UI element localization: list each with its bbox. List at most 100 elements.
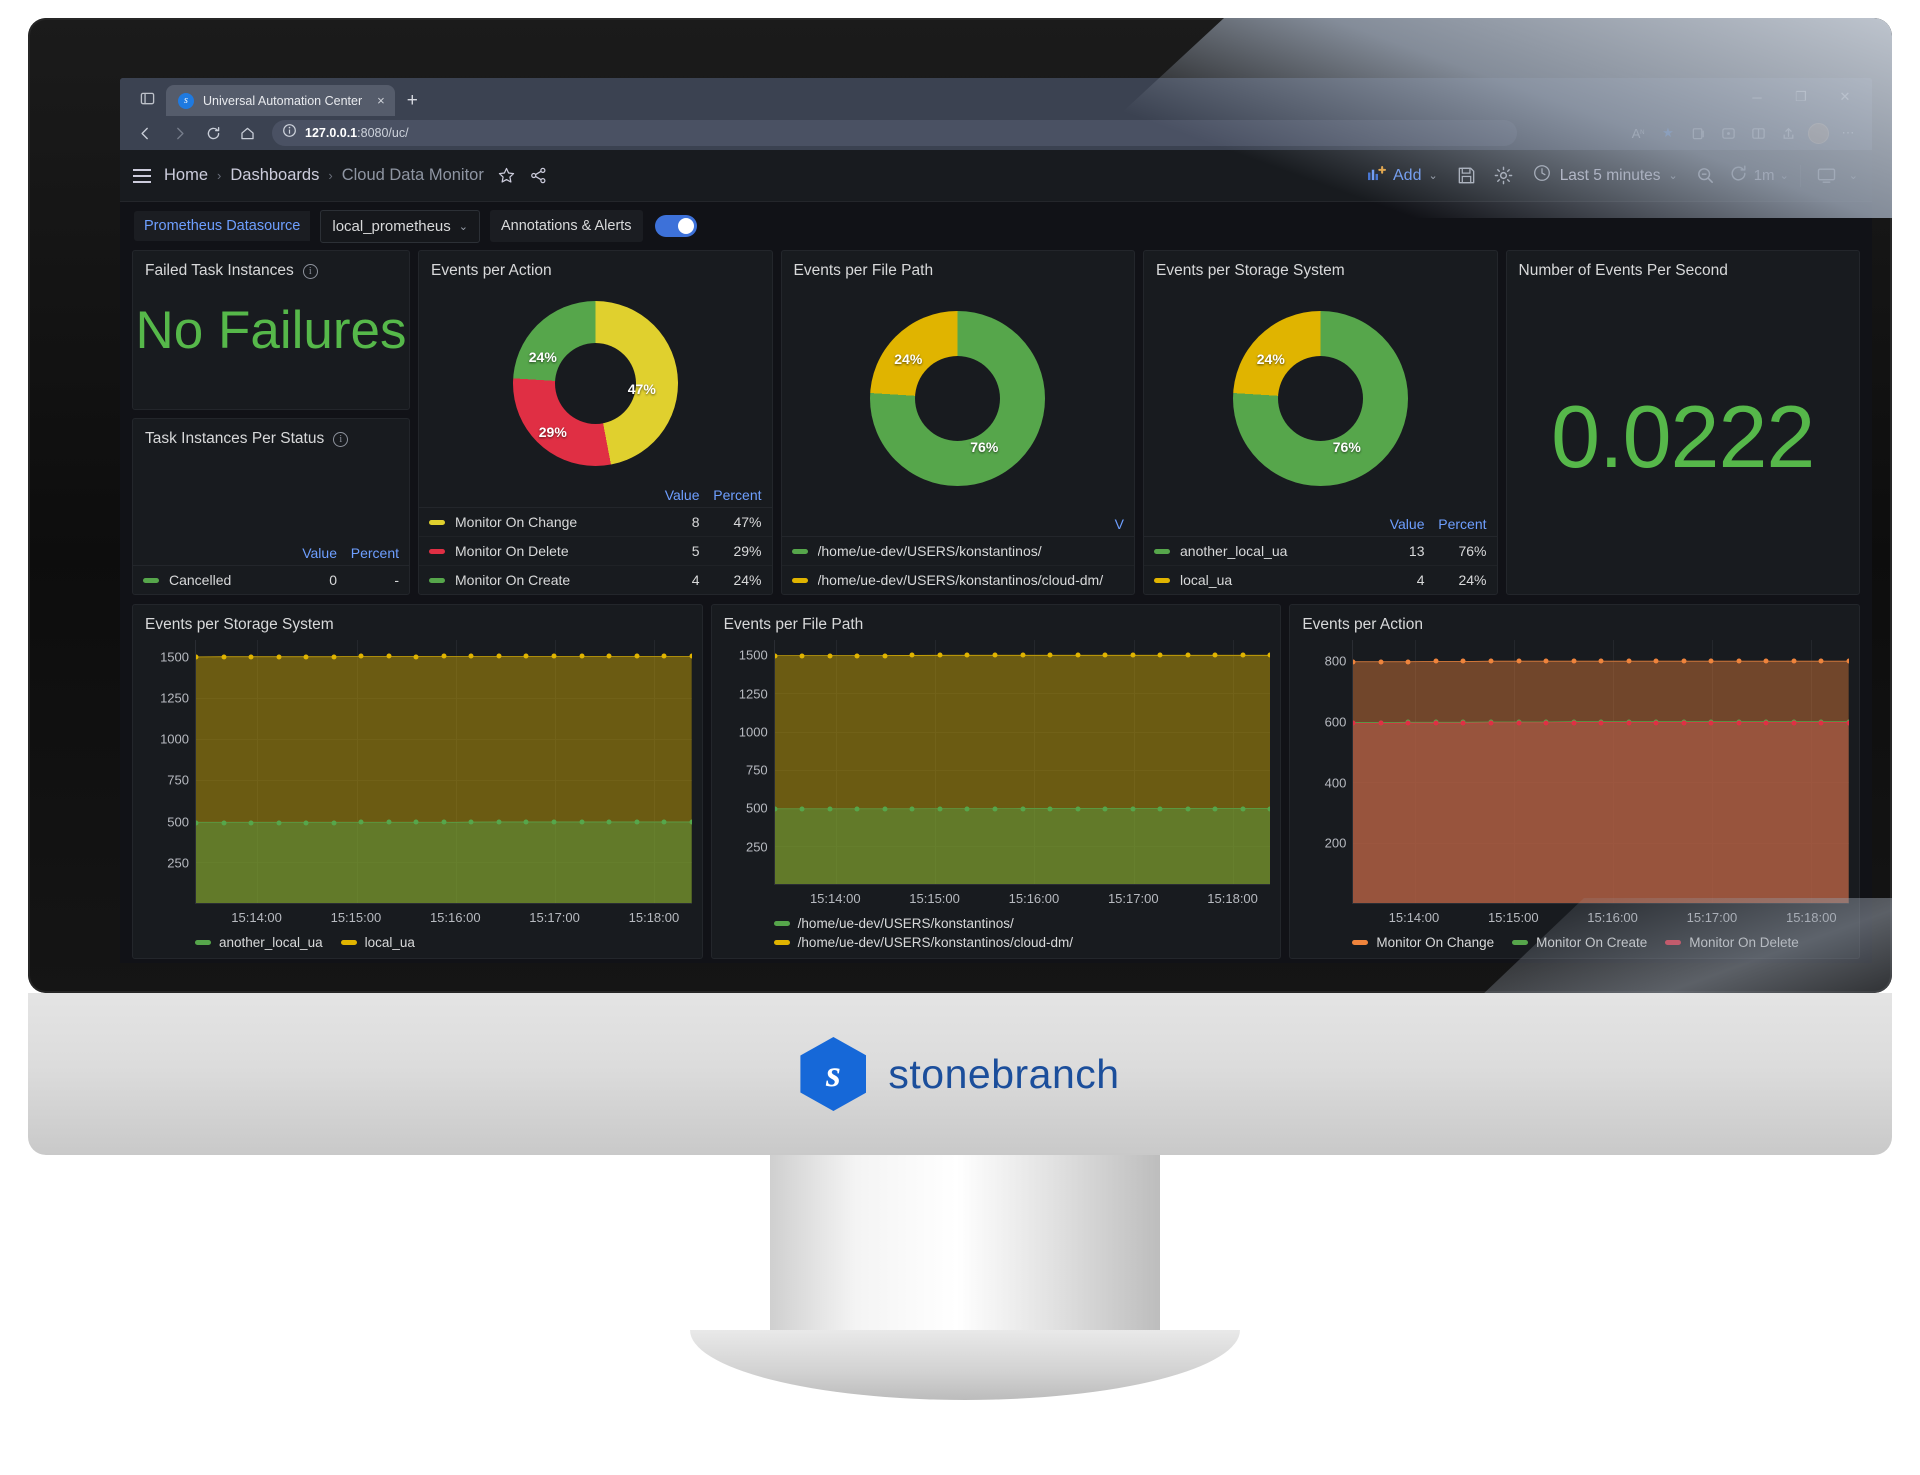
table-row[interactable]: Monitor On Change 8 47% xyxy=(419,508,772,537)
back-arrow-icon[interactable] xyxy=(130,120,160,146)
read-aloud-icon[interactable]: Aᴺ xyxy=(1624,120,1652,146)
legend-item[interactable]: Monitor On Change xyxy=(1352,935,1494,950)
series-name: local_ua xyxy=(1180,572,1233,588)
refresh-picker[interactable]: 1m ⌄ xyxy=(1728,163,1789,188)
plot-area[interactable]: 250 500 750 1000 1250 1500 xyxy=(722,640,1271,885)
data-point xyxy=(1185,806,1191,811)
data-point xyxy=(1818,720,1824,726)
reload-icon[interactable] xyxy=(198,120,228,146)
data-point xyxy=(992,652,998,658)
split-screen-icon[interactable] xyxy=(1744,120,1772,146)
column-header-value[interactable]: Value xyxy=(1371,516,1425,532)
column-header-percent[interactable]: Percent xyxy=(1425,516,1486,532)
zoom-out-icon[interactable] xyxy=(1691,161,1721,191)
legend-item[interactable]: another_local_ua xyxy=(195,935,323,950)
home-icon[interactable] xyxy=(232,120,262,146)
breadcrumb-item-home[interactable]: Home xyxy=(164,166,208,185)
legend-header: Value Percent xyxy=(1144,512,1497,537)
series-name: Monitor On Create xyxy=(455,572,571,588)
breadcrumb-item-dashboards[interactable]: Dashboards xyxy=(230,166,319,185)
collections-icon[interactable] xyxy=(1684,120,1712,146)
data-point xyxy=(1543,720,1549,726)
tv-kiosk-icon[interactable] xyxy=(1812,161,1842,191)
close-window-button[interactable]: ✕ xyxy=(1824,84,1866,110)
favorite-star-icon[interactable]: ★ xyxy=(1654,120,1682,146)
legend-header: Value Percent xyxy=(133,541,409,566)
column-header-value[interactable]: Value xyxy=(283,545,337,561)
plot-area[interactable]: 250 500 750 1000 1250 1500 xyxy=(143,640,692,904)
plot-canvas[interactable] xyxy=(195,640,692,904)
data-point xyxy=(1708,720,1714,726)
new-tab-button[interactable]: + xyxy=(407,90,418,112)
more-options-icon[interactable]: ⋯ xyxy=(1834,120,1862,146)
column-header-percent[interactable]: Percent xyxy=(337,545,399,561)
x-axis-tick: 15:17:00 xyxy=(529,910,580,925)
browser-essentials-icon[interactable] xyxy=(1714,120,1742,146)
address-bar[interactable]: 127.0.0.1:8080/uc/ xyxy=(272,120,1517,146)
data-point xyxy=(1736,658,1742,664)
panel-failed-task-instances: Failed Task Instances i No Failures xyxy=(132,250,410,410)
column-header-value[interactable]: Value xyxy=(646,487,700,503)
forward-arrow-icon[interactable] xyxy=(164,120,194,146)
monitor-stand-neck xyxy=(770,1155,1160,1355)
monitor-stand-base xyxy=(690,1330,1240,1400)
table-row[interactable]: Cancelled 0 - xyxy=(133,566,409,594)
panel-title: Task Instances Per Status i xyxy=(133,419,409,448)
maximize-button[interactable]: ❐ xyxy=(1780,84,1822,110)
annotations-toggle[interactable] xyxy=(654,215,697,237)
table-row[interactable]: Monitor On Delete 5 29% xyxy=(419,537,772,566)
x-axis-tick: 15:14:00 xyxy=(231,910,282,925)
series-name: Monitor On Delete xyxy=(455,543,569,559)
time-range-picker[interactable]: Last 5 minutes ⌄ xyxy=(1526,159,1684,192)
table-row[interactable]: another_local_ua 13 76% xyxy=(1144,537,1497,566)
panel-title: Number of Events Per Second xyxy=(1507,251,1860,280)
tab-list-icon[interactable] xyxy=(128,83,166,113)
profile-avatar-icon[interactable] xyxy=(1804,120,1832,146)
table-row[interactable]: /home/ue-dev/USERS/konstantinos/ xyxy=(781,537,1134,566)
data-point xyxy=(1047,806,1053,811)
share-nodes-icon[interactable] xyxy=(529,166,548,185)
legend-item[interactable]: /home/ue-dev/USERS/konstantinos/cloud-dm… xyxy=(773,935,1073,950)
data-point xyxy=(1543,658,1549,664)
y-axis-tick: 1000 xyxy=(738,724,768,740)
series-percent: 24% xyxy=(733,572,762,588)
data-point xyxy=(303,654,309,660)
info-circle-icon[interactable]: i xyxy=(302,263,318,279)
column-header-toggle[interactable]: V xyxy=(1062,516,1124,532)
legend-item[interactable]: /home/ue-dev/USERS/konstantinos/ xyxy=(773,916,1014,931)
datasource-variable-select[interactable]: local_prometheus ⌄ xyxy=(320,209,480,243)
data-point xyxy=(1047,652,1053,658)
panel-chevron-icon[interactable]: ⌄ xyxy=(1849,169,1858,182)
data-point xyxy=(606,819,612,825)
legend-item[interactable]: Monitor On Delete xyxy=(1665,935,1799,950)
add-panel-button[interactable]: Add ⌄ xyxy=(1360,161,1445,190)
refresh-icon[interactable] xyxy=(1728,163,1749,188)
table-row[interactable]: /home/ue-dev/USERS/konstantinos/cloud-dm… xyxy=(782,566,1135,594)
close-icon[interactable]: × xyxy=(377,93,385,108)
legend-item[interactable]: Monitor On Create xyxy=(1512,935,1647,950)
series-color-swatch xyxy=(143,577,159,583)
dashboard-settings-icon[interactable] xyxy=(1489,161,1519,191)
browser-tab[interactable]: s Universal Automation Center × xyxy=(166,85,395,116)
column-header-percent[interactable]: Percent xyxy=(700,487,761,503)
site-info-icon[interactable] xyxy=(282,123,297,143)
share-icon[interactable] xyxy=(1774,120,1802,146)
series-percent: 76% xyxy=(1458,543,1487,559)
save-dashboard-icon[interactable] xyxy=(1452,161,1482,191)
x-axis-tick: 15:16:00 xyxy=(429,910,481,925)
data-point xyxy=(1516,658,1522,664)
legend-item[interactable]: local_ua xyxy=(340,935,415,950)
table-row[interactable]: local_ua 4 24% xyxy=(1144,566,1497,594)
minimize-button[interactable]: ─ xyxy=(1736,84,1778,110)
star-outline-icon[interactable] xyxy=(497,166,516,185)
plot-canvas[interactable] xyxy=(773,640,1271,885)
table-row[interactable]: Monitor On Create 4 24% xyxy=(419,566,772,594)
plot-area[interactable]: 200 400 600 800 xyxy=(1300,640,1850,904)
series-canvas xyxy=(1353,640,1850,903)
data-point xyxy=(1212,652,1218,658)
plot-canvas[interactable] xyxy=(1352,640,1850,904)
menu-hamburger-icon[interactable] xyxy=(120,168,164,183)
info-circle-icon[interactable]: i xyxy=(333,431,349,447)
events-per-second-value: 0.0222 xyxy=(1551,387,1815,486)
series-canvas xyxy=(196,640,692,903)
